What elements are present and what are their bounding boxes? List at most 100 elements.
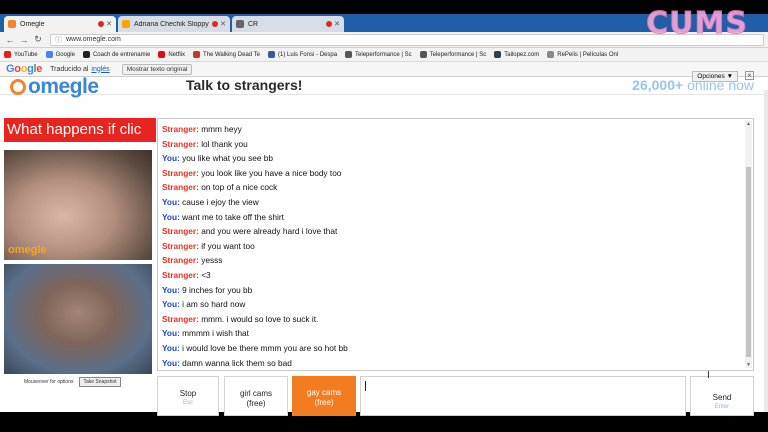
scroll-down-icon[interactable]: ▼ (745, 362, 752, 368)
bookmark-favicon-icon (192, 51, 200, 58)
message-speaker: You (162, 153, 178, 164)
message-text: yesss (201, 255, 223, 266)
message-text: lol thank you (201, 138, 248, 149)
bookmark-label: Google (55, 51, 75, 58)
back-icon[interactable]: ← (4, 35, 16, 45)
message-speaker: Stranger (162, 138, 197, 149)
message-speaker: Stranger (162, 255, 197, 266)
video-frame: Omegle ✕ Adriana Chechik Sloppy ✕ CR ✕ ← → ↻ … (0, 0, 768, 432)
message-speaker: You (162, 196, 178, 207)
bookmark-label: The Walking Dead Te (202, 51, 261, 58)
bookmark-item[interactable]: Google (45, 51, 75, 58)
message-speaker: You (162, 299, 178, 310)
girl-cams-label: girl cams (239, 389, 272, 398)
browser-tab[interactable]: Omegle ✕ (4, 16, 116, 32)
bookmark-item[interactable]: Coach de entrenamie (82, 51, 151, 58)
chat-message: Stranger: on top of a nice cock (162, 180, 749, 195)
scroll-up-icon[interactable]: ▲ (745, 121, 752, 127)
bookmark-label: YouTube (14, 51, 38, 58)
google-logo: Google (6, 63, 42, 75)
stranger-video[interactable]: omegle (4, 150, 152, 260)
scrollbar-thumb[interactable] (746, 167, 751, 357)
bookmark-favicon-icon (494, 51, 502, 58)
audio-indicator-icon (212, 21, 219, 27)
page-scrollbar[interactable] (764, 90, 768, 412)
chat-scrollbar[interactable]: ▲ ▼ (745, 121, 752, 368)
stop-label: Stop (179, 389, 197, 398)
omegle-logo-icon (10, 79, 26, 95)
tab-close-icon[interactable]: ✕ (334, 20, 340, 28)
bookmark-item[interactable]: (1) Luis Fonsi - Despa (268, 51, 337, 58)
tab-favicon-icon (236, 20, 244, 28)
stop-button[interactable]: Stop Esc (157, 376, 219, 416)
send-button[interactable]: Send Enter (690, 376, 754, 416)
browser-tab[interactable]: Adriana Chechik Sloppy ✕ (118, 16, 230, 32)
chat-message: You: cause i ejoy the view (162, 195, 749, 210)
message-text: and you were already hard i love that (201, 226, 338, 237)
tab-close-icon[interactable]: ✕ (106, 20, 112, 28)
send-shortcut: Enter (714, 404, 730, 410)
omegle-header: omegle Talk to strangers! 26,000+ online… (0, 75, 768, 98)
bookmark-favicon-icon (345, 51, 353, 58)
browser-tab[interactable]: CR ✕ (232, 16, 344, 32)
message-text: mmm. i would so love to suck it. (201, 313, 319, 324)
bookmark-item[interactable]: Teleperformance | Sc (419, 51, 487, 58)
tagline: Talk to strangers! (186, 77, 303, 93)
omegle-watermark: omegle (8, 244, 47, 256)
message-speaker: You (162, 284, 178, 295)
message-text: mmm heyy (201, 124, 242, 134)
forward-icon[interactable]: → (18, 35, 30, 45)
message-speaker: Stranger (162, 182, 197, 193)
message-text: <3 (201, 269, 211, 280)
bookmark-item[interactable]: The Walking Dead Te (192, 51, 261, 58)
bookmark-favicon-icon (547, 51, 555, 58)
ad-banner[interactable]: What happens if clic (4, 118, 156, 142)
message-input[interactable] (360, 376, 686, 416)
bookmark-item[interactable]: Tailopez.com (494, 51, 539, 58)
message-text: mmmm i wish that (182, 328, 249, 339)
bookmark-label: Teleperformance | Sc (429, 51, 487, 58)
tab-favicon-icon (122, 20, 130, 28)
message-text: cause i ejoy the view (182, 196, 259, 207)
bookmark-label: Netflix (168, 51, 185, 58)
bookmark-label: Coach de entrenamie (92, 51, 151, 58)
message-speaker: You (162, 328, 178, 339)
chat-message: Stranger: mmm heyy (162, 122, 749, 137)
google-logo-letter: e (36, 63, 43, 75)
omegle-logo[interactable]: omegle (10, 75, 99, 99)
bookmarks-bar: YouTube Google Coach de entrenamie Netflix T… (0, 48, 768, 62)
mouseover-hint: Mouseover for options (24, 379, 74, 385)
translate-options-button[interactable]: Opciones ▼ (692, 71, 738, 82)
chat-message: You: i am so hard now (162, 297, 749, 312)
tab-title: Adriana Chechik Sloppy (134, 20, 209, 28)
watermark-logo: CUMS (646, 6, 748, 42)
message-text: 9 inches for you bb (182, 284, 253, 295)
bookmark-item[interactable]: YouTube (4, 51, 38, 58)
message-text: i would love be there mmm you are so hot… (182, 342, 348, 353)
message-text: want me to take off the shirt (182, 211, 284, 222)
self-video[interactable] (4, 264, 152, 374)
girl-cams-sub: (free) (246, 399, 266, 408)
message-speaker: Stranger (162, 240, 197, 251)
bookmark-item[interactable]: RePelis | Películas Onl (547, 51, 618, 58)
tab-title: Omegle (20, 20, 45, 28)
bookmark-item[interactable]: Teleperformance | Sc (345, 51, 412, 58)
girl-cams-button[interactable]: girl cams (free) (224, 376, 288, 416)
message-speaker: Stranger (162, 124, 197, 134)
snapshot-button[interactable]: Take Snapshot (79, 377, 121, 387)
show-original-button[interactable]: Mostrar texto original (121, 63, 193, 75)
chat-message: Stranger: you look like you have a nice … (162, 166, 749, 181)
bookmark-item[interactable]: Netflix (158, 51, 185, 58)
reload-icon[interactable]: ↻ (32, 34, 44, 45)
tab-close-icon[interactable]: ✕ (220, 20, 226, 28)
text-caret (365, 381, 366, 391)
gay-cams-button[interactable]: gay cams (free) (292, 376, 356, 416)
chat-log[interactable]: Stranger: mmm heyy Stranger: lol thank yo… (157, 118, 754, 371)
tab-favicon-icon (8, 20, 16, 28)
translate-bar: Google Traducido al inglés Mostrar texto… (0, 62, 768, 77)
translate-close-icon[interactable]: × (745, 71, 754, 80)
translate-language-link[interactable]: inglés (91, 66, 109, 73)
chat-message: You: mmmm i wish that (162, 326, 749, 341)
chat-message: Stranger: if you want too (162, 239, 749, 254)
chat-message: You: want me to take off the shirt (162, 210, 749, 225)
